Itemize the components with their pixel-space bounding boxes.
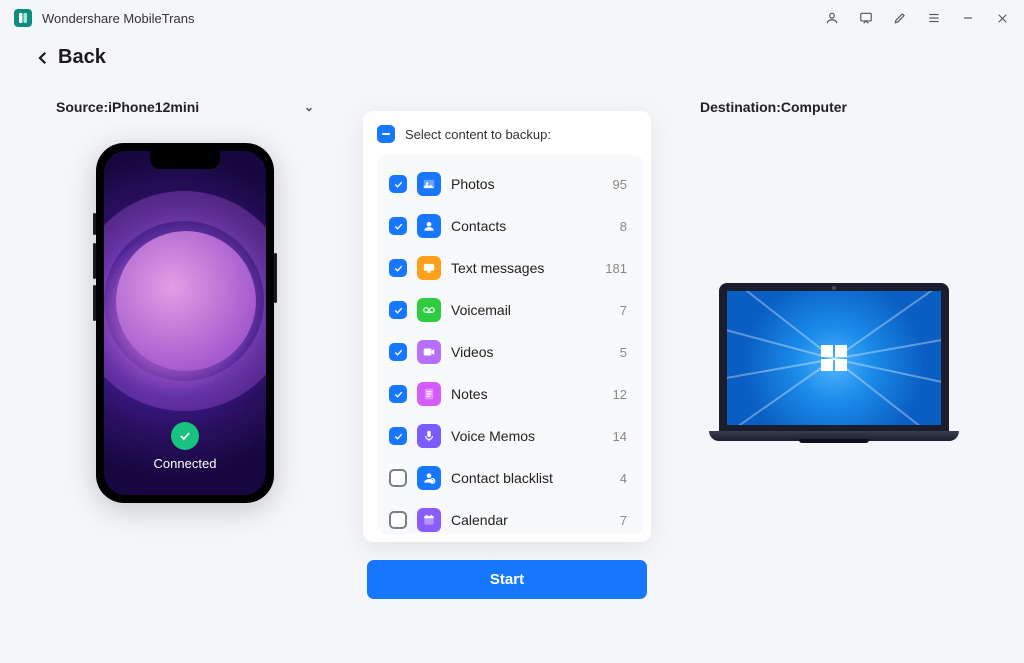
row-count: 8	[620, 219, 627, 234]
checkbox-texts[interactable]	[389, 259, 407, 277]
content-row-videos: Videos 5	[383, 331, 633, 373]
row-count: 14	[613, 429, 627, 444]
source-column: Source: iPhone12mini ⌄ Connected	[50, 99, 320, 599]
checkbox-calendar[interactable]	[389, 511, 407, 529]
content-row-notes: Notes 12	[383, 373, 633, 415]
source-selector[interactable]: Source: iPhone12mini ⌄	[50, 99, 320, 143]
checkbox-contacts[interactable]	[389, 217, 407, 235]
content-row-calendar: Calendar 7	[383, 499, 633, 534]
row-label: Voice Memos	[451, 428, 603, 444]
minimize-icon[interactable]	[960, 11, 976, 25]
row-count: 12	[613, 387, 627, 402]
destination-device-image	[709, 283, 959, 443]
row-label: Photos	[451, 176, 603, 192]
app-logo-icon	[14, 9, 32, 27]
content-row-photos: Photos 95	[383, 163, 633, 205]
checkbox-notes[interactable]	[389, 385, 407, 403]
row-count: 4	[620, 471, 627, 486]
row-count: 5	[620, 345, 627, 360]
row-label: Contacts	[451, 218, 610, 234]
checkbox-voicemail[interactable]	[389, 301, 407, 319]
calendar-icon	[417, 508, 441, 532]
checkbox-photos[interactable]	[389, 175, 407, 193]
edit-icon[interactable]	[892, 11, 908, 25]
row-label: Calendar	[451, 512, 610, 528]
panel-title: Select content to backup:	[405, 127, 551, 142]
video-icon	[417, 340, 441, 364]
feedback-icon[interactable]	[858, 11, 874, 25]
menu-icon[interactable]	[926, 11, 942, 25]
row-label: Voicemail	[451, 302, 610, 318]
source-device: iPhone12mini	[108, 99, 199, 115]
destination-label-prefix: Destination:	[700, 99, 781, 115]
checkbox-voicememos[interactable]	[389, 427, 407, 445]
message-icon	[417, 256, 441, 280]
account-icon[interactable]	[824, 11, 840, 25]
row-count: 181	[605, 261, 627, 276]
select-all-checkbox[interactable]	[377, 125, 395, 143]
checkbox-videos[interactable]	[389, 343, 407, 361]
source-device-image: Connected	[96, 143, 274, 503]
voicemail-icon	[417, 298, 441, 322]
content-column: Select content to backup: Photos 95 Contac…	[362, 99, 652, 599]
destination-column: Destination: Computer	[694, 99, 974, 599]
content-list[interactable]: Photos 95 Contacts 8 Text messages 181 Voicema…	[377, 155, 643, 534]
checkbox-blacklist[interactable]	[389, 469, 407, 487]
content-row-voicemail: Voicemail 7	[383, 289, 633, 331]
content-panel: Select content to backup: Photos 95 Contac…	[363, 111, 651, 542]
mic-icon	[417, 424, 441, 448]
row-label: Text messages	[451, 260, 595, 276]
row-label: Notes	[451, 386, 603, 402]
destination-device: Computer	[781, 99, 847, 115]
block-icon	[417, 466, 441, 490]
content-row-voicememos: Voice Memos 14	[383, 415, 633, 457]
content-row-texts: Text messages 181	[383, 247, 633, 289]
chevron-down-icon: ⌄	[304, 100, 314, 114]
content-row-contacts: Contacts 8	[383, 205, 633, 247]
connected-check-icon	[171, 422, 199, 450]
note-icon	[417, 382, 441, 406]
destination-header: Destination: Computer	[694, 99, 974, 143]
source-label-prefix: Source:	[56, 99, 108, 115]
close-icon[interactable]	[994, 12, 1010, 25]
back-button[interactable]: Back	[0, 36, 1024, 79]
back-label: Back	[58, 46, 106, 69]
row-count: 7	[620, 513, 627, 528]
contact-icon	[417, 214, 441, 238]
row-label: Contact blacklist	[451, 470, 610, 486]
chevron-left-icon	[34, 49, 52, 67]
source-status: Connected	[154, 456, 217, 471]
content-row-blacklist: Contact blacklist 4	[383, 457, 633, 499]
photo-icon	[417, 172, 441, 196]
row-label: Videos	[451, 344, 610, 360]
titlebar: Wondershare MobileTrans	[0, 0, 1024, 36]
app-title: Wondershare MobileTrans	[42, 11, 814, 26]
start-button[interactable]: Start	[367, 560, 647, 599]
row-count: 95	[613, 177, 627, 192]
row-count: 7	[620, 303, 627, 318]
